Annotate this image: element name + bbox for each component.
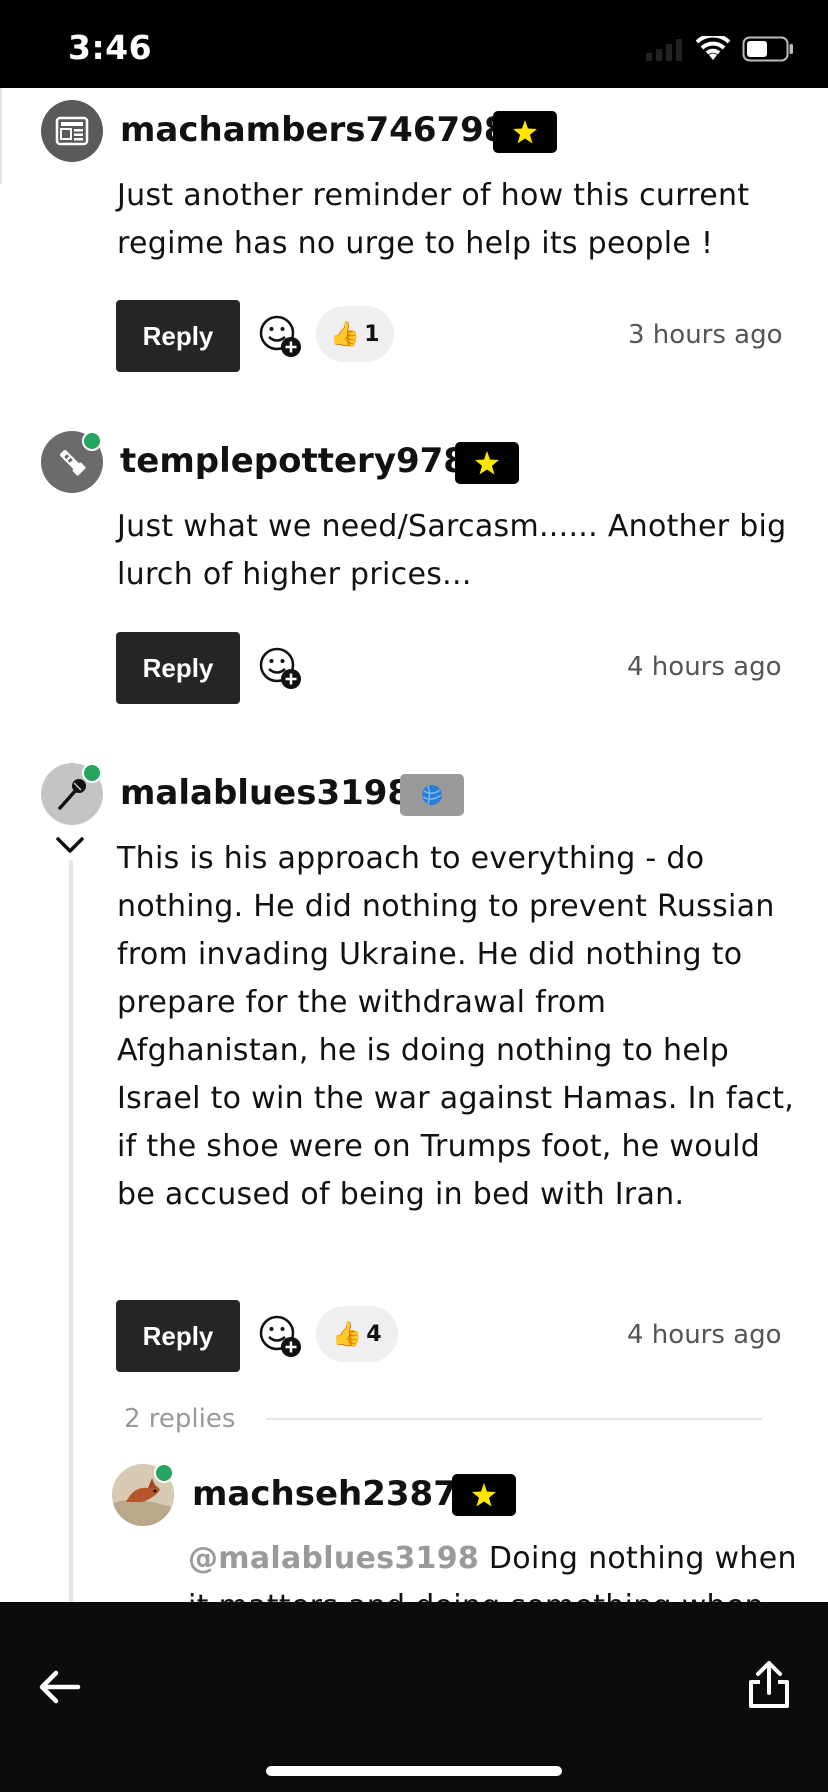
home-indicator[interactable] [266, 1766, 562, 1776]
battery-icon [742, 36, 793, 62]
reply-button[interactable]: Reply [116, 1300, 240, 1372]
signal-icon [646, 39, 682, 61]
thread-line [69, 860, 73, 1602]
scroll-edge [0, 88, 2, 184]
comment-text: This is his approach to everything - do … [117, 841, 795, 1212]
comment-timestamp: 3 hours ago [628, 320, 783, 350]
add-reaction-icon[interactable] [258, 646, 302, 690]
star-icon [472, 1483, 496, 1507]
star-icon [475, 451, 499, 475]
reaction-count-value: 1 [364, 321, 380, 347]
star-badge [493, 111, 557, 153]
comment-username[interactable]: machambers746798 [120, 110, 507, 150]
avatar[interactable] [41, 100, 103, 162]
online-indicator [154, 1463, 174, 1483]
star-badge [452, 1474, 516, 1516]
comment-text: Just what we need/Sarcasm...... Another … [117, 509, 787, 592]
replies-count[interactable]: 2 replies [124, 1404, 235, 1434]
status-icons [644, 36, 794, 62]
microphone-icon [58, 779, 86, 810]
collapse-thread-icon[interactable] [56, 836, 84, 854]
reaction-count-value: 4 [366, 1321, 382, 1347]
mention-link[interactable]: @malablues3198 [188, 1541, 479, 1576]
reply-text: @malablues3198 Doing nothing when it mat… [188, 1535, 806, 1602]
add-reaction-icon[interactable] [258, 314, 302, 358]
thumbs-up-icon: 👍 [330, 320, 361, 348]
comments-feed[interactable]: machambers746798 Just another reminder o… [0, 88, 828, 1602]
reaction-count[interactable]: 👍 4 [316, 1306, 398, 1362]
reply-button[interactable]: Reply [116, 632, 240, 704]
online-indicator [82, 763, 102, 783]
star-icon [513, 120, 537, 144]
comment-timestamp: 4 hours ago [627, 1320, 782, 1350]
back-arrow-icon[interactable] [36, 1664, 82, 1710]
newspaper-icon [55, 116, 89, 146]
flashlight-icon [60, 450, 86, 476]
comment-username[interactable]: templepottery978 [120, 441, 467, 481]
replies-divider [266, 1418, 762, 1420]
comment-username[interactable]: malablues3198 [120, 773, 411, 813]
star-badge [455, 442, 519, 484]
comment-text: Just another reminder of how this curren… [117, 178, 750, 261]
reply-username[interactable]: machseh2387 [192, 1474, 457, 1514]
thumbs-up-icon: 👍 [332, 1320, 363, 1348]
status-bar: 3:46 [0, 0, 828, 88]
wifi-icon [696, 36, 730, 60]
yarn-ball-icon [422, 785, 442, 805]
reply-button[interactable]: Reply [116, 300, 240, 372]
share-icon[interactable] [746, 1660, 792, 1710]
bottom-toolbar [0, 1602, 828, 1792]
add-reaction-icon[interactable] [258, 1314, 302, 1358]
status-time: 3:46 [68, 28, 153, 67]
online-indicator [82, 431, 102, 451]
comment-timestamp: 4 hours ago [627, 652, 782, 682]
reaction-count[interactable]: 👍 1 [316, 306, 394, 362]
yarn-ball-badge [400, 774, 464, 816]
